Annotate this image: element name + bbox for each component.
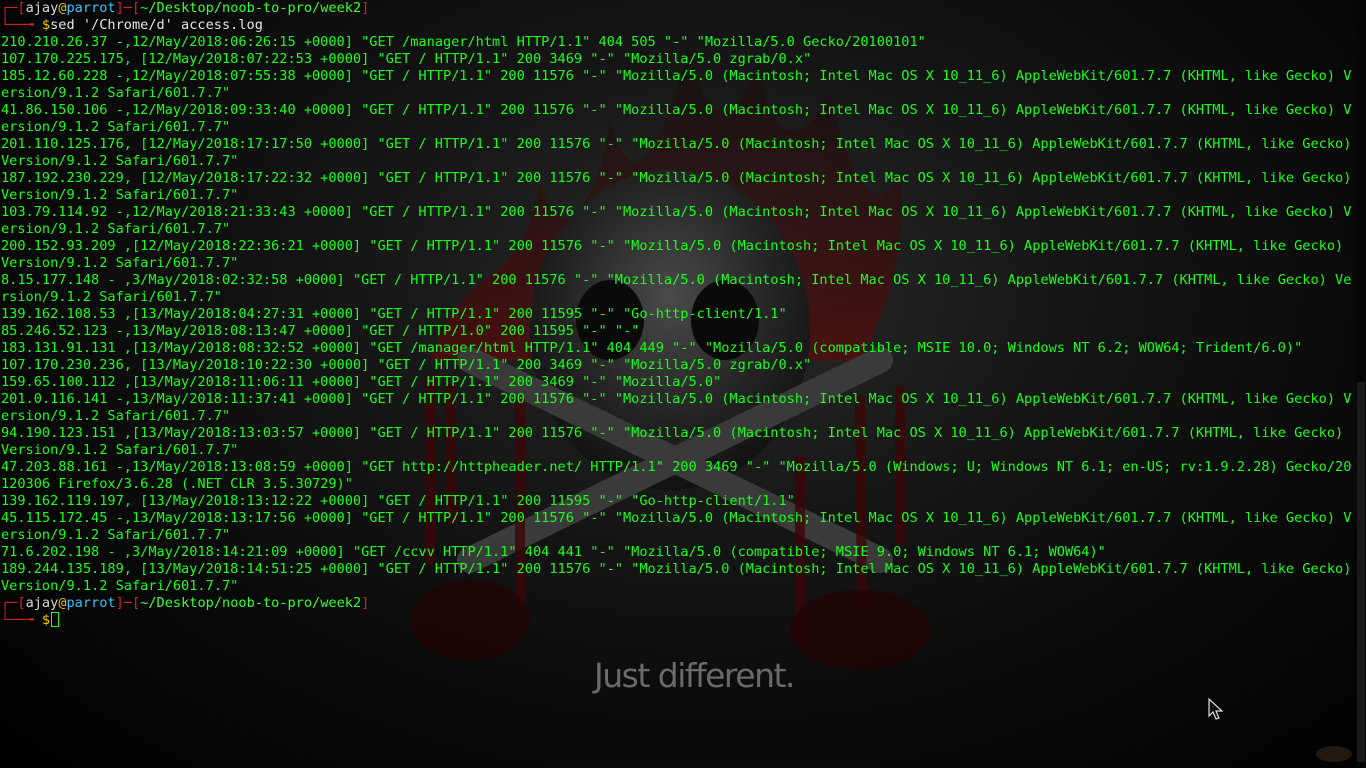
- prompt-user: ajay: [25, 0, 59, 16]
- command-output: 210.210.26.37 -,12/May/2018:06:26:15 +00…: [1, 34, 1357, 595]
- command-line: └──╼ $sed '/Chrome/d' access.log: [1, 17, 263, 33]
- mouse-pointer-icon: [1208, 698, 1224, 720]
- log-line: 189.244.135.189, [13/May/2018:14:51:25 +…: [1, 561, 1352, 594]
- log-line: 139.162.119.197, [13/May/2018:13:12:22 +…: [1, 493, 795, 509]
- entered-command: sed '/Chrome/d' access.log: [50, 17, 263, 33]
- prompt-line: ┌─[ajay@parrot]─[~/Desktop/noob-to-pro/w…: [1, 595, 370, 611]
- log-line: 159.65.100.112 ,[13/May/2018:11:06:11 +0…: [1, 374, 722, 390]
- log-line: 201.110.125.176, [12/May/2018:17:17:50 +…: [1, 136, 1352, 169]
- prompt-host: parrot: [66, 595, 116, 611]
- terminal-scrollbar[interactable]: [1356, 0, 1366, 768]
- scrollbar-thumb[interactable]: [1357, 382, 1365, 762]
- prompt-path: ~/Desktop/noob-to-pro/week2: [140, 595, 362, 611]
- log-line: 183.131.91.131 ,[13/May/2018:08:32:52 +0…: [1, 340, 1303, 356]
- log-line: 107.170.225.175, [12/May/2018:07:22:53 +…: [1, 51, 812, 67]
- desktop-screen: Just different. ┌─[ajay@parrot]─[~/Deskt…: [0, 0, 1366, 768]
- log-line: 45.115.172.45 -,13/May/2018:13:17:56 +00…: [1, 510, 1352, 543]
- log-line: 107.170.230.236, [13/May/2018:10:22:30 +…: [1, 357, 812, 373]
- log-line: 85.246.52.123 -,13/May/2018:08:13:47 +00…: [1, 323, 640, 339]
- log-line: 47.203.88.161 -,13/May/2018:13:08:59 +00…: [1, 459, 1352, 492]
- input-line[interactable]: └──╼ $: [1, 612, 1357, 629]
- wallpaper-tagline: Just different.: [594, 656, 795, 695]
- log-line: 201.0.116.141 -,13/May/2018:11:37:41 +00…: [1, 391, 1352, 424]
- log-line: 200.152.93.209 ,[12/May/2018:22:36:21 +0…: [1, 238, 1352, 271]
- log-line: 41.86.150.106 -,12/May/2018:09:33:40 +00…: [1, 102, 1352, 135]
- log-line: 94.190.123.151 ,[13/May/2018:13:03:57 +0…: [1, 425, 1352, 458]
- prompt-host: parrot: [66, 0, 116, 16]
- log-line: 8.15.177.148 - ,3/May/2018:02:32:58 +000…: [1, 272, 1352, 305]
- prompt-path: ~/Desktop/noob-to-pro/week2: [140, 0, 362, 16]
- corner-decoration: [1316, 746, 1352, 762]
- log-line: 103.79.114.92 -,12/May/2018:21:33:43 +00…: [1, 204, 1352, 237]
- prompt-line: ┌─[ajay@parrot]─[~/Desktop/noob-to-pro/w…: [1, 0, 370, 16]
- log-line: 139.162.108.53 ,[13/May/2018:04:27:31 +0…: [1, 306, 787, 322]
- text-cursor: [51, 612, 60, 627]
- log-line: 71.6.202.198 - ,3/May/2018:14:21:09 +000…: [1, 544, 1106, 560]
- terminal-window[interactable]: ┌─[ajay@parrot]─[~/Desktop/noob-to-pro/w…: [0, 0, 1357, 629]
- log-line: 210.210.26.37 -,12/May/2018:06:26:15 +00…: [1, 34, 926, 50]
- log-line: 185.12.60.228 -,12/May/2018:07:55:38 +00…: [1, 68, 1352, 101]
- prompt-user: ajay: [25, 595, 59, 611]
- log-line: 187.192.230.229, [12/May/2018:17:22:32 +…: [1, 170, 1352, 203]
